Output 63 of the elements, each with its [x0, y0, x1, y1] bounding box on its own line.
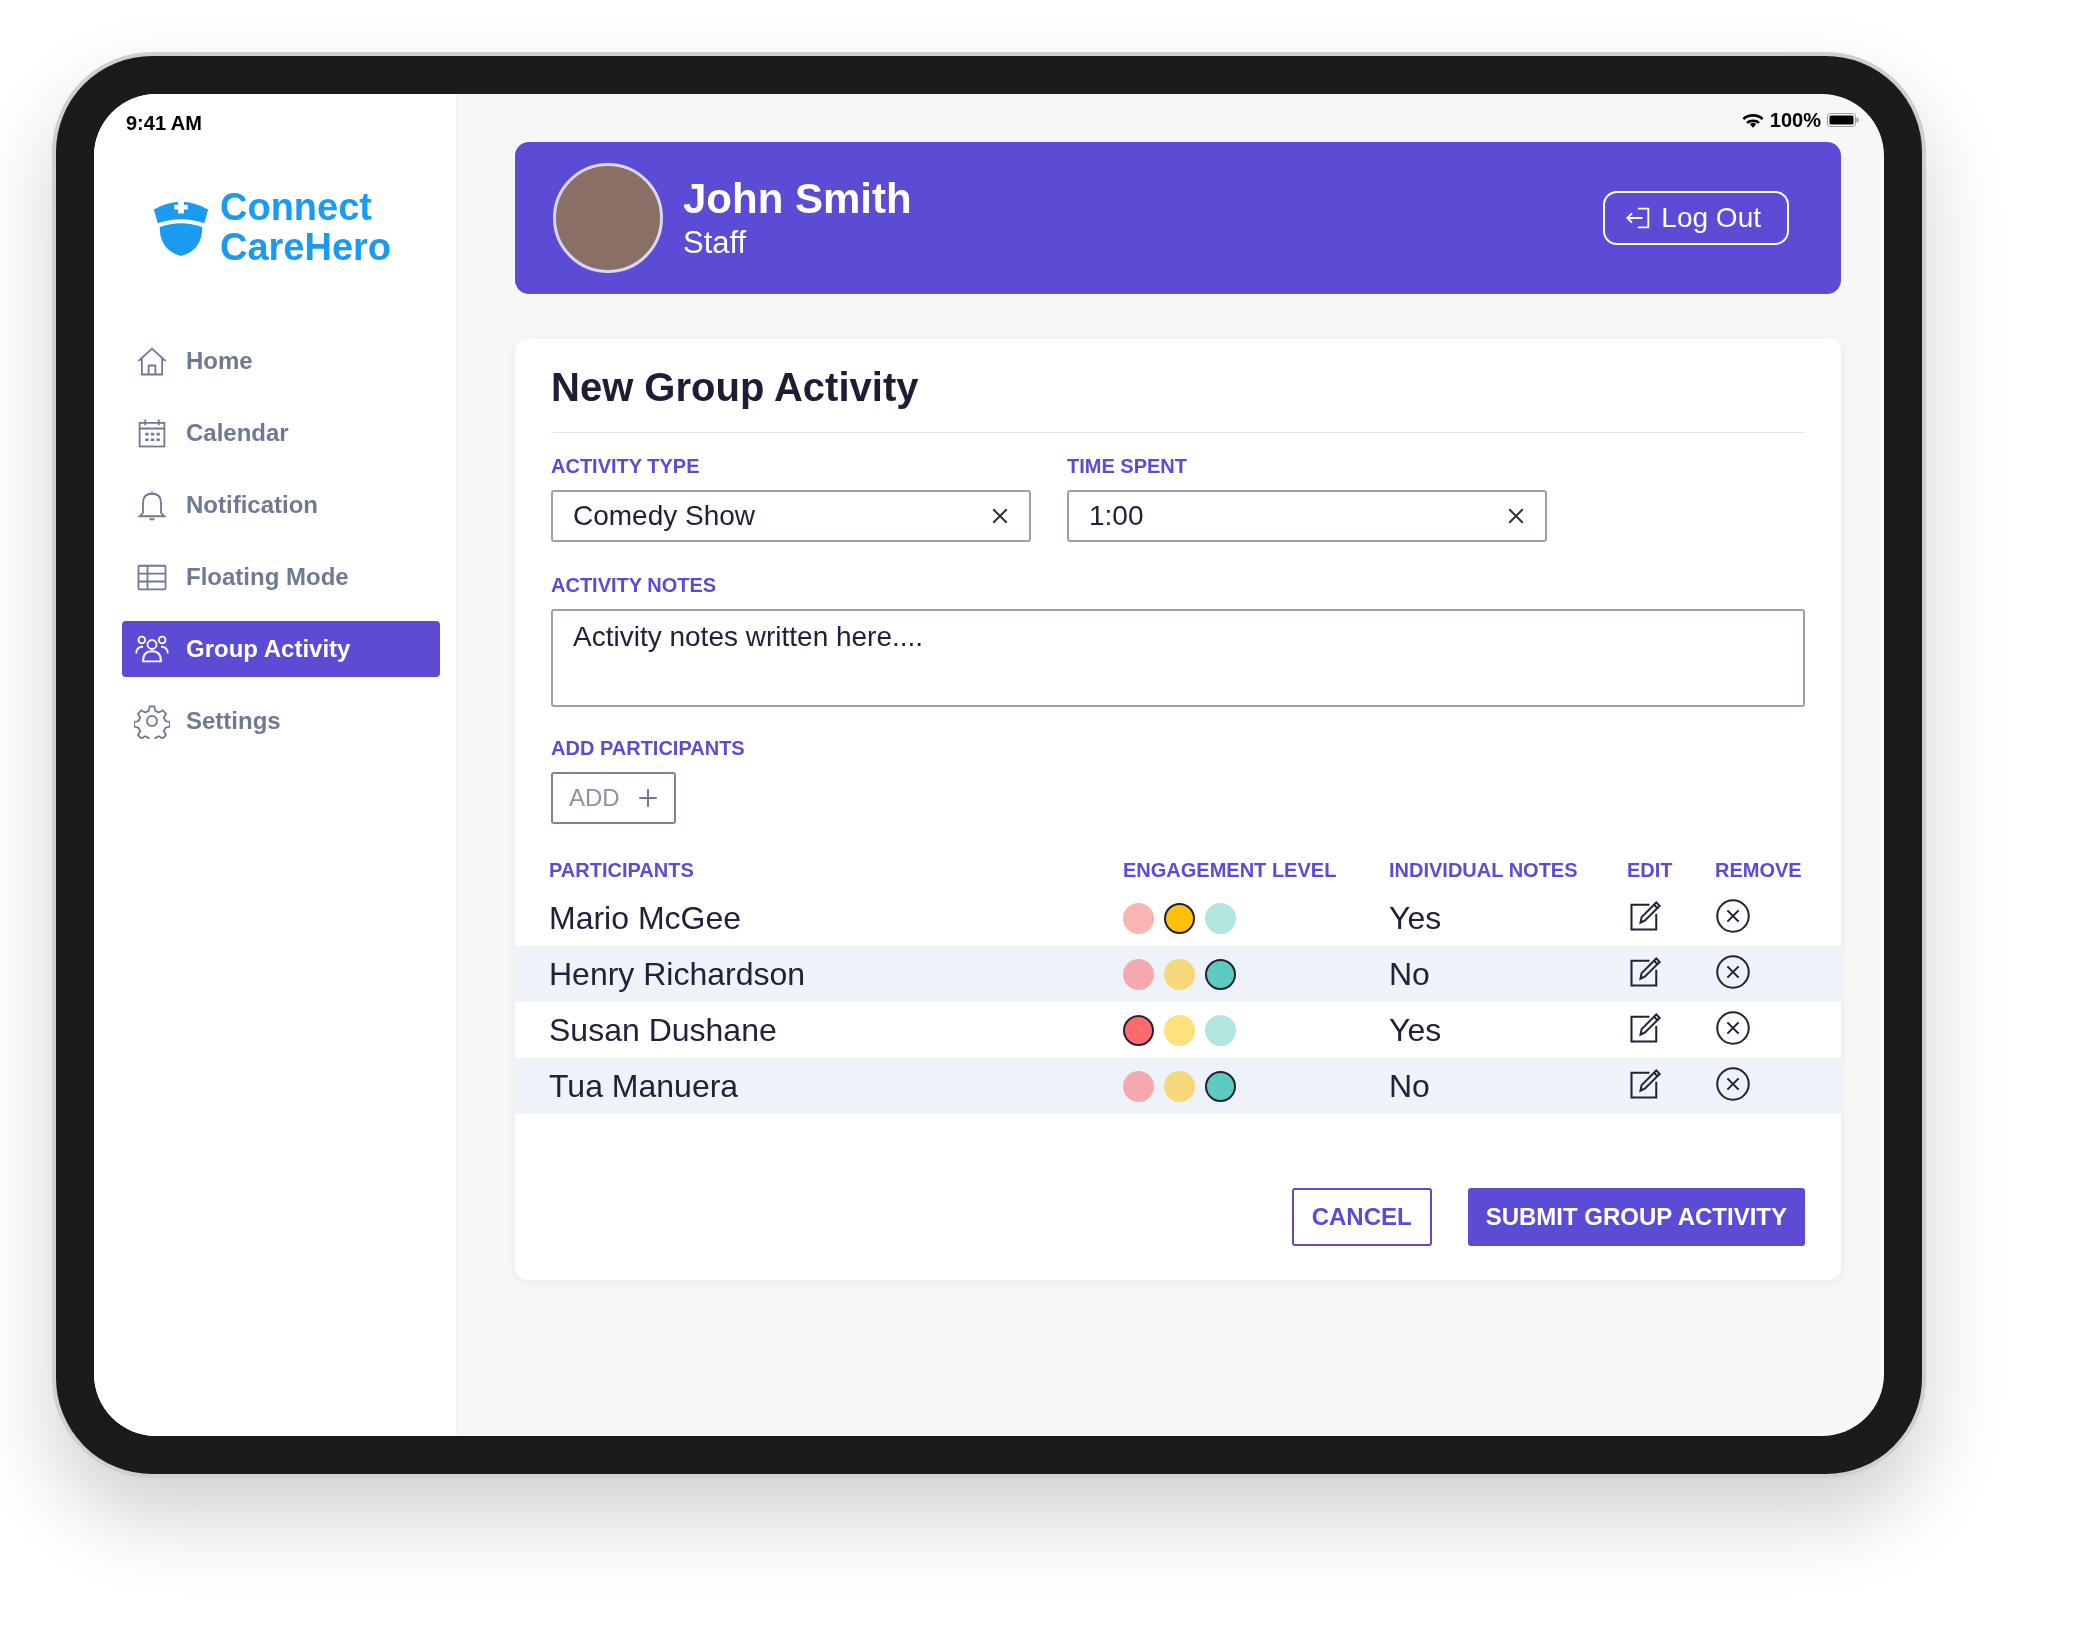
engagement-dot[interactable]	[1205, 1070, 1236, 1102]
engagement-dot[interactable]	[1205, 1014, 1236, 1046]
sidebar-item[interactable]: Calendar	[122, 405, 440, 461]
notes-cell-text: No	[1389, 955, 1431, 993]
sidebar-item[interactable]: Group Activity	[122, 621, 440, 677]
engagement-dot[interactable]	[1205, 958, 1236, 990]
field-label: ACTIVITY NOTES	[551, 574, 718, 597]
column-header: REMOVE	[1715, 858, 1803, 882]
remove-icon[interactable]	[1715, 898, 1751, 934]
user-role: Staff	[683, 225, 748, 261]
participant-name: Mario McGee	[549, 899, 743, 937]
time-spent-field[interactable]: 1:00	[1067, 490, 1547, 542]
column-header: PARTICIPANTS	[549, 858, 695, 882]
engagement-dot[interactable]	[1164, 958, 1195, 990]
sidebar-item[interactable]: Notification	[122, 477, 440, 533]
participant-name: Tua Manuera	[549, 1067, 740, 1105]
battery-icon	[1827, 113, 1859, 127]
form-title: New Group Activity	[551, 365, 1805, 433]
edit-icon[interactable]	[1627, 898, 1663, 934]
notes-cell-text: Yes	[1389, 899, 1443, 937]
clear-icon[interactable]	[991, 507, 1009, 525]
activity-type-field[interactable]: Comedy Show	[551, 490, 1031, 542]
edit-icon[interactable]	[1627, 954, 1663, 990]
logo-text: Connect	[220, 187, 373, 227]
field-label: ACTIVITY TYPE	[551, 455, 701, 478]
edit-icon[interactable]	[1627, 1066, 1663, 1102]
notes-cell-text: No	[1389, 1067, 1431, 1105]
engagement-dot[interactable]	[1164, 1070, 1195, 1102]
engagement-dot[interactable]	[1123, 958, 1154, 990]
column-header: INDIVIDUAL NOTES	[1389, 858, 1579, 882]
logout-button[interactable]: Log Out	[1603, 191, 1789, 245]
engagement-dot[interactable]	[1164, 902, 1195, 934]
settings-icon	[134, 703, 170, 739]
add-button[interactable]: ADD	[551, 772, 676, 824]
field-label: TIME SPENT	[1067, 455, 1188, 478]
battery-percent: 100%	[1769, 108, 1821, 132]
field-label: ADD PARTICIPANTS	[551, 737, 746, 760]
engagement-dot[interactable]	[1164, 1014, 1195, 1046]
sidebar-item[interactable]: Floating Mode	[122, 549, 440, 605]
submit-button[interactable]: SUBMIT GROUP ACTIVITY	[1467, 1188, 1805, 1246]
wifi-icon	[1741, 111, 1764, 129]
column-header: EDIT	[1627, 858, 1674, 882]
sidebar-item[interactable]: Home	[122, 333, 440, 389]
clear-icon[interactable]	[1507, 507, 1525, 525]
remove-icon[interactable]	[1715, 1010, 1751, 1046]
column-header: ENGAGEMENT LEVEL	[1123, 858, 1338, 882]
user-name: John Smith	[683, 175, 913, 223]
cancel-button[interactable]: CANCEL	[1291, 1188, 1432, 1246]
engagement-dot[interactable]	[1123, 1070, 1154, 1102]
plus-icon	[637, 788, 658, 808]
remove-icon[interactable]	[1715, 1066, 1751, 1102]
participant-name: Henry Richardson	[549, 955, 807, 993]
sidebar-item[interactable]: Settings	[122, 693, 440, 749]
activity-notes-field[interactable]: Activity notes written here....	[551, 609, 1805, 707]
engagement-dot[interactable]	[1123, 1014, 1154, 1046]
edit-icon[interactable]	[1627, 1010, 1663, 1046]
remove-icon[interactable]	[1715, 954, 1751, 990]
notes-cell-text: Yes	[1389, 1011, 1443, 1049]
engagement-dot[interactable]	[1205, 902, 1236, 934]
participant-name: Susan Dushane	[549, 1011, 778, 1049]
status-time: 9:41 AM	[126, 112, 203, 135]
logo-text: CareHero	[220, 227, 392, 267]
engagement-dot[interactable]	[1123, 902, 1154, 934]
